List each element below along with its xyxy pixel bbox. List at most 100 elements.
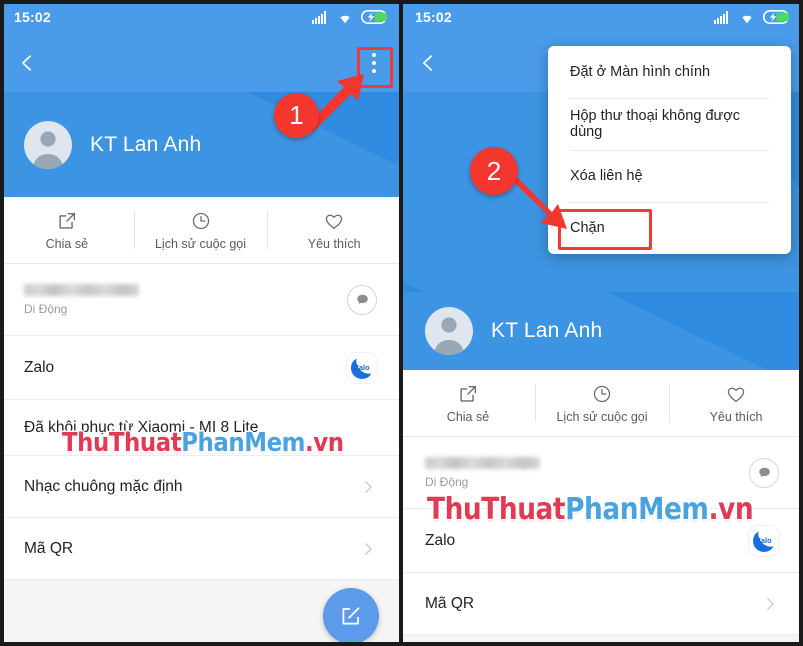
action-share[interactable]: Chia sẻ — [0, 197, 134, 263]
panel-body-left: KT Lan Anh Chia sẻ Lịch sử cuộc gọi Yêu … — [0, 92, 401, 646]
zalo-text-col: Zalo — [24, 359, 347, 377]
phone-text-col: Di Động — [24, 283, 347, 316]
phone-screen-left: 15:02 KT Lan Anh Chia sẻ Lịch sử cuộc gọ… — [0, 0, 401, 646]
profile-header-left: KT Lan Anh — [0, 92, 401, 197]
row-zalo[interactable]: Zalo Zalo — [0, 336, 401, 400]
row-phone-number[interactable]: Di Động — [401, 437, 803, 509]
menu-item-chan[interactable]: Chặn — [548, 202, 791, 254]
signal-icon — [714, 10, 728, 24]
action-call-history[interactable]: Lịch sử cuộc gọi — [133, 197, 268, 263]
phone-number-redacted — [425, 456, 540, 469]
profile-header-right: KT Lan Anh — [401, 292, 803, 370]
row-phone-number[interactable]: Di Động — [0, 264, 401, 336]
share-icon — [59, 212, 75, 229]
annotation-badge-number: 2 — [486, 155, 502, 186]
edit-contact-fab[interactable] — [323, 588, 379, 644]
signal-icon — [312, 10, 326, 24]
menu-item-label: Chặn — [570, 220, 605, 236]
svg-text:Zalo: Zalo — [756, 536, 772, 545]
menu-item-label: Xóa liên hệ — [570, 168, 643, 184]
qr-label: Mã QR — [24, 539, 74, 557]
action-row-right: Chia sẻ Lịch sử cuộc gọi Yêu thích — [401, 370, 803, 437]
bottom-area-left — [0, 580, 401, 646]
annotation-badge-number: 1 — [289, 100, 304, 130]
screenshot-stage: 15:02 KT Lan Anh Chia sẻ Lịch sử cuộc gọ… — [0, 0, 803, 646]
action-row-left: Chia sẻ Lịch sử cuộc gọi Yêu thích — [0, 197, 401, 264]
annotation-badge-2: 2 — [470, 147, 518, 195]
avatar[interactable] — [24, 120, 72, 169]
restored-text-col: Đã khôi phục từ Xiaomi - MI 8 Lite — [24, 419, 377, 437]
person-avatar-icon — [33, 130, 63, 169]
row-qr-code[interactable]: Mã QR — [0, 518, 401, 580]
action-share-label: Chia sẻ — [446, 409, 490, 424]
menu-item-label: Hộp thư thoại không được dùng — [570, 108, 740, 140]
chevron-right-icon — [365, 542, 372, 555]
action-call-history[interactable]: Lịch sử cuộc gọi — [535, 370, 669, 436]
action-call-history-label: Lịch sử cuộc gọi — [556, 409, 648, 424]
phone-screen-right: 15:02 KT Lan Anh Chia sẻ Lịch sử cuộc gọ… — [401, 0, 803, 646]
zalo-app-icon[interactable]: Zalo — [749, 525, 779, 556]
phone-type-label: Di Động — [24, 301, 68, 316]
status-bar-left: 15:02 — [0, 0, 401, 34]
action-share-label: Chia sẻ — [45, 236, 89, 251]
battery-charging-icon — [763, 10, 789, 24]
chevron-right-icon — [767, 597, 774, 610]
qr-text-col: Mã QR — [24, 540, 359, 558]
overflow-dot — [372, 53, 376, 57]
back-chevron-icon[interactable] — [417, 52, 439, 74]
qr-text-col: Mã QR — [425, 595, 761, 613]
back-chevron-icon[interactable] — [16, 52, 38, 74]
qr-label: Mã QR — [425, 594, 475, 612]
action-favorite-label: Yêu thích — [307, 236, 361, 251]
message-bubble-icon[interactable] — [749, 457, 779, 488]
profile-name: KT Lan Anh — [491, 319, 603, 342]
status-time: 15:02 — [415, 9, 452, 25]
action-favorite[interactable]: Yêu thích — [669, 370, 803, 436]
overflow-menu-icon[interactable] — [363, 48, 385, 78]
ringtone-text-col: Nhạc chuông mặc định — [24, 478, 359, 496]
heart-icon — [325, 214, 343, 229]
restored-label: Đã khôi phục từ Xiaomi - MI 8 Lite — [24, 418, 259, 436]
ringtone-label: Nhạc chuông mặc định — [24, 477, 183, 495]
zalo-label: Zalo — [425, 531, 456, 549]
toolbar-left — [0, 34, 401, 92]
menu-item-delete-contact[interactable]: Xóa liên hệ — [548, 150, 791, 202]
status-icons — [714, 10, 789, 24]
wifi-icon — [340, 15, 350, 23]
action-favorite[interactable]: Yêu thích — [267, 197, 401, 263]
status-bar-right: 15:02 — [401, 0, 803, 34]
overflow-dot — [372, 61, 376, 65]
clock-history-icon — [192, 212, 209, 229]
menu-item-set-home-screen[interactable]: Đặt ở Màn hình chính — [548, 46, 791, 98]
phone-type-label: Di Động — [425, 474, 469, 489]
overflow-dropdown-menu: Đặt ở Màn hình chính Hộp thư thoại không… — [548, 46, 791, 254]
row-restored-from: Đã khôi phục từ Xiaomi - MI 8 Lite — [0, 400, 401, 456]
profile-name: KT Lan Anh — [90, 132, 202, 156]
row-qr-code[interactable]: Mã QR — [401, 573, 803, 635]
annotation-badge-1: 1 — [274, 93, 319, 138]
status-icons — [312, 10, 387, 24]
phone-number-redacted — [24, 283, 139, 296]
menu-item-voicemail[interactable]: Hộp thư thoại không được dùng — [548, 98, 791, 150]
share-icon — [460, 385, 477, 402]
action-favorite-label: Yêu thích — [709, 409, 763, 424]
person-avatar-icon — [434, 317, 464, 355]
status-time: 15:02 — [14, 9, 51, 25]
overflow-dot — [372, 69, 376, 73]
panel-separator — [399, 0, 403, 646]
edit-contact-icon — [342, 607, 360, 625]
action-share[interactable]: Chia sẻ — [401, 370, 535, 436]
action-call-history-label: Lịch sử cuộc gọi — [154, 236, 247, 251]
bottom-area-right — [401, 635, 803, 646]
menu-item-label: Đặt ở Màn hình chính — [570, 64, 711, 80]
chevron-right-icon — [365, 480, 372, 493]
row-zalo[interactable]: Zalo Zalo — [401, 509, 803, 573]
message-bubble-icon[interactable] — [347, 284, 377, 315]
phone-text-col: Di Động — [425, 456, 749, 489]
row-ringtone[interactable]: Nhạc chuông mặc định — [0, 456, 401, 518]
zalo-text-col: Zalo — [425, 532, 749, 550]
heart-icon — [727, 387, 745, 402]
battery-charging-icon — [361, 10, 387, 24]
avatar[interactable] — [425, 307, 473, 355]
zalo-app-icon[interactable]: Zalo — [347, 352, 377, 383]
